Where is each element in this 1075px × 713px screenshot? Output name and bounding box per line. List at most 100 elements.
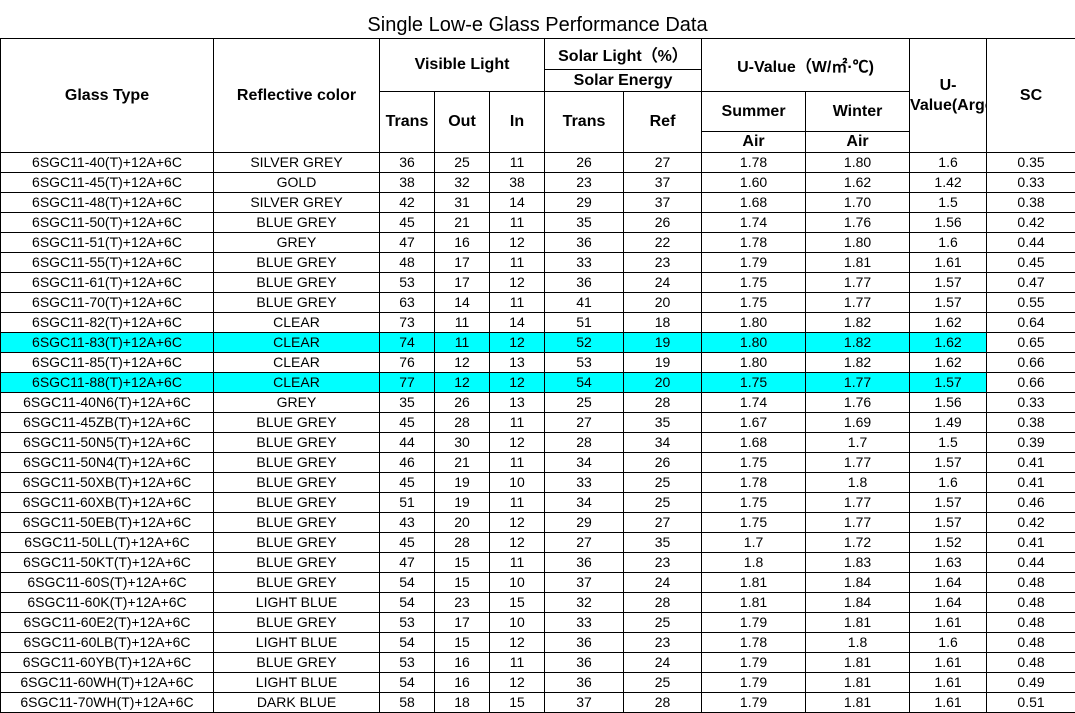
cell-reflective-color: BLUE GREY [214,453,380,473]
cell-visible-trans: 46 [380,453,435,473]
cell-glass-type: 6SGC11-48(T)+12A+6C [1,193,214,213]
cell-visible-trans: 45 [380,213,435,233]
performance-table: Glass Type Reflective color Visible Ligh… [0,38,1075,713]
cell-u-summer: 1.74 [702,213,806,233]
cell-solar-trans: 36 [545,553,624,573]
cell-u-winter: 1.81 [806,693,910,713]
cell-glass-type: 6SGC11-61(T)+12A+6C [1,273,214,293]
cell-u-winter: 1.76 [806,393,910,413]
cell-solar-trans: 37 [545,573,624,593]
cell-visible-trans: 54 [380,633,435,653]
table-row: 6SGC11-88(T)+12A+6CCLEAR77121254201.751.… [1,373,1075,393]
cell-visible-out: 28 [435,413,490,433]
table-row: 6SGC11-60E2(T)+12A+6CBLUE GREY5317103325… [1,613,1075,633]
header-solar-energy: Solar Energy [545,70,702,92]
table-body: 6SGC11-40(T)+12A+6CSILVER GREY3625112627… [1,153,1075,713]
cell-u-summer: 1.74 [702,393,806,413]
cell-u-winter: 1.77 [806,513,910,533]
cell-solar-trans: 27 [545,413,624,433]
cell-u-winter: 1.76 [806,213,910,233]
cell-u-summer: 1.81 [702,573,806,593]
cell-visible-out: 19 [435,493,490,513]
cell-visible-in: 12 [490,513,545,533]
cell-u-argon: 1.49 [910,413,987,433]
cell-solar-trans: 26 [545,153,624,173]
cell-u-argon: 1.6 [910,633,987,653]
cell-solar-trans: 52 [545,333,624,353]
cell-sc: 0.33 [987,393,1075,413]
header-solar-trans: Trans [545,92,624,153]
cell-glass-type: 6SGC11-82(T)+12A+6C [1,313,214,333]
cell-visible-in: 15 [490,693,545,713]
cell-visible-in: 11 [490,653,545,673]
cell-visible-trans: 73 [380,313,435,333]
cell-u-argon: 1.56 [910,393,987,413]
cell-solar-ref: 34 [624,433,702,453]
cell-reflective-color: BLUE GREY [214,533,380,553]
cell-solar-ref: 26 [624,453,702,473]
cell-solar-ref: 19 [624,333,702,353]
cell-glass-type: 6SGC11-60WH(T)+12A+6C [1,673,214,693]
cell-visible-in: 12 [490,533,545,553]
cell-reflective-color: BLUE GREY [214,473,380,493]
cell-visible-in: 11 [490,493,545,513]
table-row: 6SGC11-85(T)+12A+6CCLEAR76121353191.801.… [1,353,1075,373]
cell-u-summer: 1.75 [702,293,806,313]
cell-solar-ref: 25 [624,613,702,633]
cell-sc: 0.33 [987,173,1075,193]
table-row: 6SGC11-50LL(T)+12A+6CBLUE GREY4528122735… [1,533,1075,553]
cell-sc: 0.45 [987,253,1075,273]
cell-solar-trans: 23 [545,173,624,193]
cell-u-summer: 1.7 [702,533,806,553]
cell-glass-type: 6SGC11-83(T)+12A+6C [1,333,214,353]
cell-glass-type: 6SGC11-60E2(T)+12A+6C [1,613,214,633]
cell-visible-out: 23 [435,593,490,613]
cell-u-argon: 1.5 [910,193,987,213]
cell-u-winter: 1.81 [806,613,910,633]
cell-visible-trans: 54 [380,673,435,693]
cell-reflective-color: GREY [214,233,380,253]
cell-u-argon: 1.64 [910,573,987,593]
cell-visible-out: 14 [435,293,490,313]
table-row: 6SGC11-50N4(T)+12A+6CBLUE GREY4621113426… [1,453,1075,473]
table-row: 6SGC11-60YB(T)+12A+6CBLUE GREY5316113624… [1,653,1075,673]
table-row: 6SGC11-50XB(T)+12A+6CBLUE GREY4519103325… [1,473,1075,493]
table-row: 6SGC11-55(T)+12A+6CBLUE GREY48171133231.… [1,253,1075,273]
cell-sc: 0.49 [987,673,1075,693]
cell-u-argon: 1.62 [910,333,987,353]
table-row: 6SGC11-70WH(T)+12A+6CDARK BLUE5818153728… [1,693,1075,713]
cell-visible-trans: 47 [380,553,435,573]
cell-visible-trans: 42 [380,193,435,213]
cell-u-summer: 1.80 [702,353,806,373]
table-row: 6SGC11-40(T)+12A+6CSILVER GREY3625112627… [1,153,1075,173]
cell-sc: 0.38 [987,413,1075,433]
cell-visible-trans: 77 [380,373,435,393]
cell-u-winter: 1.84 [806,573,910,593]
cell-solar-ref: 28 [624,393,702,413]
cell-u-argon: 1.57 [910,493,987,513]
cell-visible-out: 25 [435,153,490,173]
table-row: 6SGC11-50KT(T)+12A+6CBLUE GREY4715113623… [1,553,1075,573]
cell-u-winter: 1.77 [806,373,910,393]
cell-solar-ref: 24 [624,573,702,593]
cell-visible-out: 12 [435,353,490,373]
cell-visible-in: 38 [490,173,545,193]
cell-u-winter: 1.82 [806,333,910,353]
cell-glass-type: 6SGC11-40N6(T)+12A+6C [1,393,214,413]
cell-visible-in: 12 [490,433,545,453]
table-row: 6SGC11-60S(T)+12A+6CBLUE GREY54151037241… [1,573,1075,593]
cell-visible-trans: 51 [380,493,435,513]
cell-u-argon: 1.52 [910,533,987,553]
cell-solar-ref: 22 [624,233,702,253]
cell-glass-type: 6SGC11-40(T)+12A+6C [1,153,214,173]
cell-visible-out: 26 [435,393,490,413]
cell-u-summer: 1.78 [702,633,806,653]
cell-solar-trans: 36 [545,673,624,693]
cell-u-winter: 1.81 [806,653,910,673]
cell-u-winter: 1.82 [806,353,910,373]
header-winter: Winter [806,92,910,132]
cell-solar-ref: 35 [624,413,702,433]
cell-reflective-color: BLUE GREY [214,273,380,293]
table-row: 6SGC11-61(T)+12A+6CBLUE GREY53171236241.… [1,273,1075,293]
cell-visible-out: 17 [435,613,490,633]
